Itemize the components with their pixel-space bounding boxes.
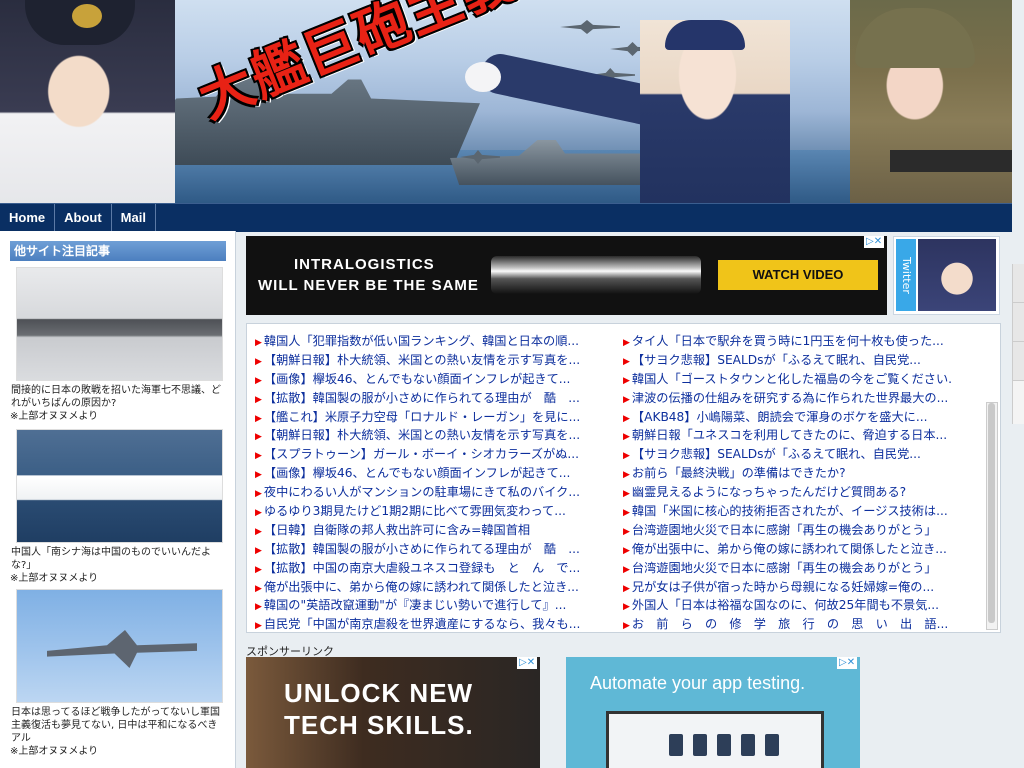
laptop-image xyxy=(606,711,824,768)
headline-link[interactable]: お 前 ら の 修 学 旅 行 の 思 い 出 語... xyxy=(623,615,953,632)
ad-headline: INTRALOGISTICS WILL NEVER BE THE SAME xyxy=(258,254,479,296)
headline-link[interactable]: 自民党「中国が南京虐殺を世界遺産にするなら、我々も... xyxy=(255,615,593,632)
phone-icon xyxy=(669,734,683,756)
twitter-label[interactable]: Twitter xyxy=(896,239,916,311)
headline-link[interactable]: 【サヨク悲報】SEALDsが「ふるえて眠れ、自民党... xyxy=(623,351,953,370)
headline-link[interactable]: 【サヨク悲報】SEALDsが「ふるえて眠れ、自民党... xyxy=(623,445,953,464)
banner-jet xyxy=(560,20,620,34)
watch-video-button[interactable]: WATCH VIDEO xyxy=(718,260,878,290)
sidebar-article[interactable]: 日本は思ってるほど戦争したがってないし軍国主義復活も夢見てない, 日中は平和にな… xyxy=(10,589,226,758)
banner-character-pilot xyxy=(640,20,790,203)
article-thumbnail[interactable] xyxy=(16,267,223,381)
twitter-avatar[interactable] xyxy=(918,239,996,311)
adchoices-icon[interactable]: ▷✕ xyxy=(837,657,858,669)
article-thumbnail[interactable] xyxy=(16,429,223,543)
headline-link[interactable]: 【朝鮮日報】朴大統領、米国との熱い友情を示す写真を... xyxy=(255,351,593,370)
headline-link[interactable]: 外国人「日本は裕福な国なのに、何故25年間も不景気... xyxy=(623,596,953,615)
adchoices-icon[interactable]: ▷✕ xyxy=(864,236,885,248)
headline-link[interactable]: 韓国の"英語改竄運動"が『凄まじい勢いで進行して』... xyxy=(255,596,593,615)
sponsored-ad-tech-skills[interactable]: UNLOCK NEW TECH SKILLS. xyxy=(246,657,540,768)
headline-link[interactable]: 夜中にわるい人がマンションの駐車場にきて私のバイク... xyxy=(255,483,593,502)
headline-link[interactable]: 津波の伝播の仕組みを研究する為に作られた世界最大の... xyxy=(623,389,953,408)
banner-cap-badge xyxy=(72,4,102,28)
banner-character-sailor xyxy=(0,0,175,203)
article-title[interactable]: 間接的に日本の敗戦を招いた海軍七不思議、どれがいちばんの原因か? xyxy=(10,384,226,410)
headline-link[interactable]: 韓国人「ゴーストタウンと化した福島の今をご覧ください... xyxy=(623,370,953,389)
sidebar-article[interactable]: 間接的に日本の敗戦を招いた海軍七不思議、どれがいちばんの原因か? ※上部オヌヌメ… xyxy=(10,267,226,423)
article-source: ※上部オヌヌメより xyxy=(10,411,99,422)
headline-link[interactable]: 韓国人「犯罪指数が低い国ランキング、韓国と日本の順... xyxy=(255,332,593,351)
banner-cap xyxy=(665,20,745,50)
headline-link[interactable]: 【拡散】韓国製の服が小さめに作られてる理由が 酷 ... xyxy=(255,389,593,408)
ad-line-2: TECH SKILLS. xyxy=(284,710,474,740)
link-column-left: 韓国人「犯罪指数が低い国ランキング、韓国と日本の順...【朝鮮日報】朴大統領、米… xyxy=(255,332,593,632)
adchoices-icon[interactable]: ▷✕ xyxy=(517,657,538,669)
ad-line-2: WILL NEVER BE THE SAME xyxy=(258,277,479,294)
sponsored-ad-app-testing[interactable]: Automate your app testing. xyxy=(566,657,860,768)
side-tab-button[interactable] xyxy=(1013,342,1024,381)
headline-link[interactable]: 【拡散】中国の南京大虐殺ユネスコ登録も と ん で... xyxy=(255,559,593,578)
headline-link[interactable]: 【艦これ】米原子力空母「ロナルド・レーガン」を見に... xyxy=(255,408,593,427)
headline-link[interactable]: 【AKB48】小嶋陽菜、朗読会で渾身のボケを盛大に... xyxy=(623,408,953,427)
phone-icon xyxy=(693,734,707,756)
ad-line-1: INTRALOGISTICS xyxy=(294,256,435,273)
scrollbar-thumb[interactable] xyxy=(988,403,995,623)
nav-home[interactable]: Home xyxy=(0,204,56,232)
antenna-link-list: 韓国人「犯罪指数が低い国ランキング、韓国と日本の順...【朝鮮日報】朴大統領、米… xyxy=(246,323,1001,633)
headline-link[interactable]: 【スプラトゥーン】ガール・ボーイ・シオカラーズがぬ... xyxy=(255,445,593,464)
side-tab-button[interactable] xyxy=(1013,264,1024,303)
ad-headline: Automate your app testing. xyxy=(590,673,806,693)
fighter-jet-image xyxy=(47,630,197,668)
sidebar: 他サイト注目記事 間接的に日本の敗戦を招いた海軍七不思議、どれがいちばんの原因か… xyxy=(0,231,236,768)
nav-about[interactable]: About xyxy=(55,204,112,232)
headline-link[interactable]: 【日韓】自衛隊の邦人救出許可に含み=韓国首相 xyxy=(255,521,593,540)
article-source: ※上部オヌヌメより xyxy=(10,746,99,757)
sidebar-article[interactable]: 中国人「南シナ海は中国のものでいいんだよな?」 ※上部オヌヌメより xyxy=(10,429,226,585)
ad-line-1: UNLOCK NEW xyxy=(284,678,474,708)
headline-link[interactable]: 兄が女は子供が宿った時から母親になる妊婦嫁=俺の... xyxy=(623,578,953,597)
banner-character-soldier xyxy=(850,0,1012,203)
nav-mail[interactable]: Mail xyxy=(112,204,156,232)
banner-rifle xyxy=(890,150,1012,172)
sidebar-heading: 他サイト注目記事 xyxy=(10,241,226,261)
article-thumbnail[interactable] xyxy=(16,589,223,703)
article-title[interactable]: 中国人「南シナ海は中国のものでいいんだよな?」 xyxy=(10,546,226,572)
headline-link[interactable]: 【画像】欅坂46、とんでもない顔面インフレが起きて... xyxy=(255,370,593,389)
floating-side-tab[interactable] xyxy=(1012,264,1024,424)
top-banner-ad[interactable]: INTRALOGISTICS WILL NEVER BE THE SAME WA… xyxy=(246,236,887,315)
headline-link[interactable]: タイ人「日本で駅弁を買う時に1円玉を何十枚も使った... xyxy=(623,332,953,351)
ad-headline: UNLOCK NEW TECH SKILLS. xyxy=(284,677,474,741)
phone-icon xyxy=(765,734,779,756)
headline-link[interactable]: お前ら「最終決戦」の準備はできたか? xyxy=(623,464,953,483)
phone-icon xyxy=(741,734,755,756)
phone-icon xyxy=(717,734,731,756)
headline-link[interactable]: ゆるゆり3期見たけど1期2期に比べて雰囲気変わって... xyxy=(255,502,593,521)
banner-helmet xyxy=(855,8,975,68)
headline-link[interactable]: 朝鮮日報「ユネスコを利用してきたのに、脅迫する日本... xyxy=(623,426,953,445)
article-title[interactable]: 日本は思ってるほど戦争したがってないし軍国主義復活も夢見てない, 日中は平和にな… xyxy=(10,706,226,745)
headline-link[interactable]: 台湾遊園地火災で日本に感謝「再生の機会ありがとう」 xyxy=(623,559,953,578)
headline-link[interactable]: 俺が出張中に、弟から俺の嫁に誘われて関係したと泣き... xyxy=(255,578,593,597)
article-source: ※上部オヌヌメより xyxy=(10,573,99,584)
headline-link[interactable]: 【拡散】韓国製の服が小さめに作られてる理由が 酷 ... xyxy=(255,540,593,559)
twitter-widget[interactable]: Twitter xyxy=(893,236,1000,315)
link-column-right: タイ人「日本で駅弁を買う時に1円玉を何十枚も使った...【サヨク悲報】SEALD… xyxy=(623,332,953,632)
headline-link[interactable]: 幽霊見えるようになっちゃったんだけど質問ある? xyxy=(623,483,953,502)
headline-link[interactable]: 俺が出張中に、弟から俺の嫁に誘われて関係したと泣き... xyxy=(623,540,953,559)
headline-link[interactable]: 【朝鮮日報】朴大統領、米国との熱い友情を示す写真を... xyxy=(255,426,593,445)
headline-link[interactable]: 台湾遊園地火災で日本に感謝「再生の機会ありがとう」 xyxy=(623,521,953,540)
banner-glove xyxy=(465,62,501,92)
headline-link[interactable]: 韓国「米国に核心的技術拒否されたが、イージス技術は... xyxy=(623,502,953,521)
ad-device-image xyxy=(491,256,701,294)
headline-link[interactable]: 【画像】欅坂46、とんでもない顔面インフレが起きて... xyxy=(255,464,593,483)
main-nav: Home About Mail xyxy=(0,203,1012,232)
header-banner[interactable]: 大艦巨砲主義！ xyxy=(0,0,1012,203)
scrollbar[interactable] xyxy=(986,402,998,630)
side-tab-button[interactable] xyxy=(1013,303,1024,342)
